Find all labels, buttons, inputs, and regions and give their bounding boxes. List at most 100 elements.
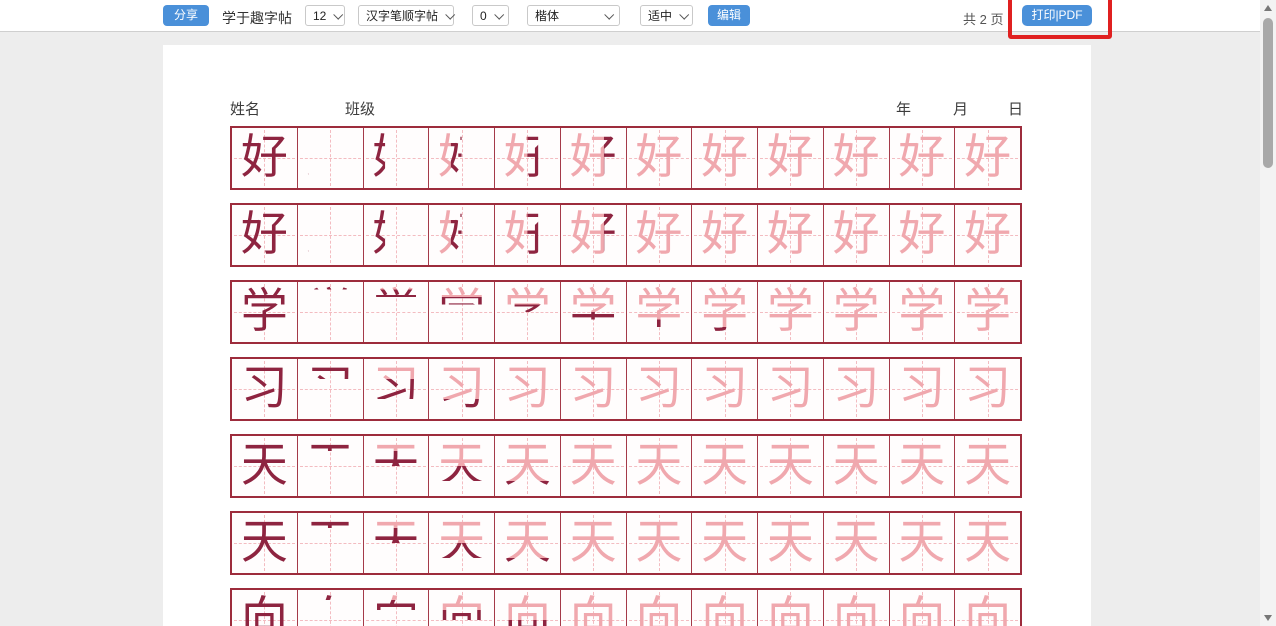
font-size-select[interactable]: 12 [305,5,345,26]
character-glyph: 天 [758,513,823,573]
character-glyph: 天 [627,436,692,496]
practice-row-好: 好好好好好好好好好好好好好好好好好 [230,126,1022,190]
character-glyph: 天 [232,513,297,573]
character-glyph: 好 [758,205,823,265]
character-glyph: 向 [561,590,626,626]
trace-cell: 学 [889,282,955,342]
stroke-step-cell: 好好 [494,128,560,188]
character-glyph: 学 [495,282,560,342]
character-glyph: 好 [627,205,692,265]
character-glyph: 天 [955,436,1020,496]
character-glyph: 向 [364,590,429,626]
print-pdf-button[interactable]: 打印|PDF [1022,5,1092,26]
trace-cell: 向 [889,590,955,626]
share-button[interactable]: 分享 [163,5,209,26]
density-select[interactable]: 适中 [640,5,693,26]
character-glyph: 好 [627,205,692,265]
character-glyph: 向 [692,590,757,626]
vertical-scrollbar[interactable] [1260,0,1276,626]
character-glyph: 天 [429,436,494,496]
stroke-step-cell: 天 [297,513,363,573]
chevron-down-icon [494,10,504,20]
scroll-up-icon[interactable] [1264,5,1272,11]
practice-row-天: 天天天天天天天天天天天天天天天 [230,434,1022,498]
trace-cell: 好 [889,128,955,188]
character-glyph: 习 [692,359,757,419]
example-cell: 好 [232,205,297,265]
character-glyph: 天 [561,436,626,496]
trace-cell: 天 [626,436,692,496]
character-glyph: 天 [824,513,889,573]
character-glyph: 天 [890,436,955,496]
stroke-step-cell: 向向 [428,590,494,626]
start-index-select[interactable]: 0 [472,5,509,26]
trace-cell: 好 [823,205,889,265]
trace-cell: 好 [691,128,757,188]
font-family-select[interactable]: 楷体 [527,5,620,26]
trace-cell: 习 [757,359,823,419]
character-glyph: 好 [890,128,955,188]
stroke-step-cell: 好好 [363,128,429,188]
character-glyph: 天 [495,436,560,496]
scrollbar-thumb[interactable] [1263,18,1273,168]
character-glyph: 向 [364,590,429,626]
trace-cell: 天 [757,513,823,573]
character-glyph: 天 [495,436,560,496]
font-size-value: 12 [313,9,326,23]
stroke-step-cell: 天天 [494,436,560,496]
chevron-down-icon [604,10,614,20]
practice-row-学: 学学学学学学学学学学学学学学学学学学学 [230,280,1022,344]
trace-cell: 习 [889,359,955,419]
trace-cell: 天 [823,513,889,573]
character-glyph: 好 [429,205,494,265]
character-glyph: 天 [955,513,1020,573]
character-glyph: 学 [561,282,626,342]
stroke-step-cell: 习习 [363,359,429,419]
stroke-step-cell: 学学 [691,282,757,342]
character-glyph: 天 [364,513,429,573]
trace-cell: 好 [954,205,1020,265]
class-label: 班级 [345,98,375,119]
character-glyph: 学 [955,282,1020,342]
character-glyph: 习 [561,359,626,419]
scroll-down-icon[interactable] [1264,615,1272,621]
character-glyph: 好 [758,128,823,188]
character-glyph: 好 [364,205,429,265]
practice-row-向: 向向向向向向向向向向向向向向向向向 [230,588,1022,626]
character-glyph: 天 [692,436,757,496]
stroke-step-cell: 好 [297,128,363,188]
character-glyph: 天 [495,513,560,573]
stroke-step-cell: 好好 [626,205,692,265]
trace-cell: 天 [560,436,626,496]
character-glyph: 好 [890,205,955,265]
character-glyph: 好 [627,128,692,188]
example-cell: 学 [232,282,297,342]
trace-cell: 习 [823,359,889,419]
character-glyph: 学 [824,282,889,342]
character-glyph: 学 [364,282,429,342]
trace-cell: 好 [691,205,757,265]
character-glyph: 好 [232,128,297,188]
trace-cell: 天 [626,513,692,573]
sheet-type-select[interactable]: 汉字笔顺字帖 [358,5,454,26]
trace-cell: 好 [757,128,823,188]
stroke-step-cell: 向向 [494,590,560,626]
character-glyph: 学 [627,282,692,342]
trace-cell: 天 [954,513,1020,573]
character-glyph: 好 [692,128,757,188]
edit-button[interactable]: 编辑 [708,5,750,26]
stroke-step-cell: 学 [297,282,363,342]
stroke-step-cell: 习习 [428,359,494,419]
trace-cell: 向 [691,590,757,626]
stroke-step-cell: 好好 [494,205,560,265]
character-glyph: 天 [429,436,494,496]
character-glyph: 学 [232,282,297,342]
trace-cell: 天 [691,436,757,496]
character-glyph: 好 [495,128,560,188]
density-value: 适中 [648,7,672,24]
character-glyph: 习 [429,359,494,419]
character-glyph: 学 [429,282,494,342]
trace-cell: 学 [954,282,1020,342]
character-glyph: 好 [824,205,889,265]
practice-grid: 好好好好好好好好好好好好好好好好好好好好好好好好好好好好好好好好好好学学学学学学… [230,126,1022,626]
